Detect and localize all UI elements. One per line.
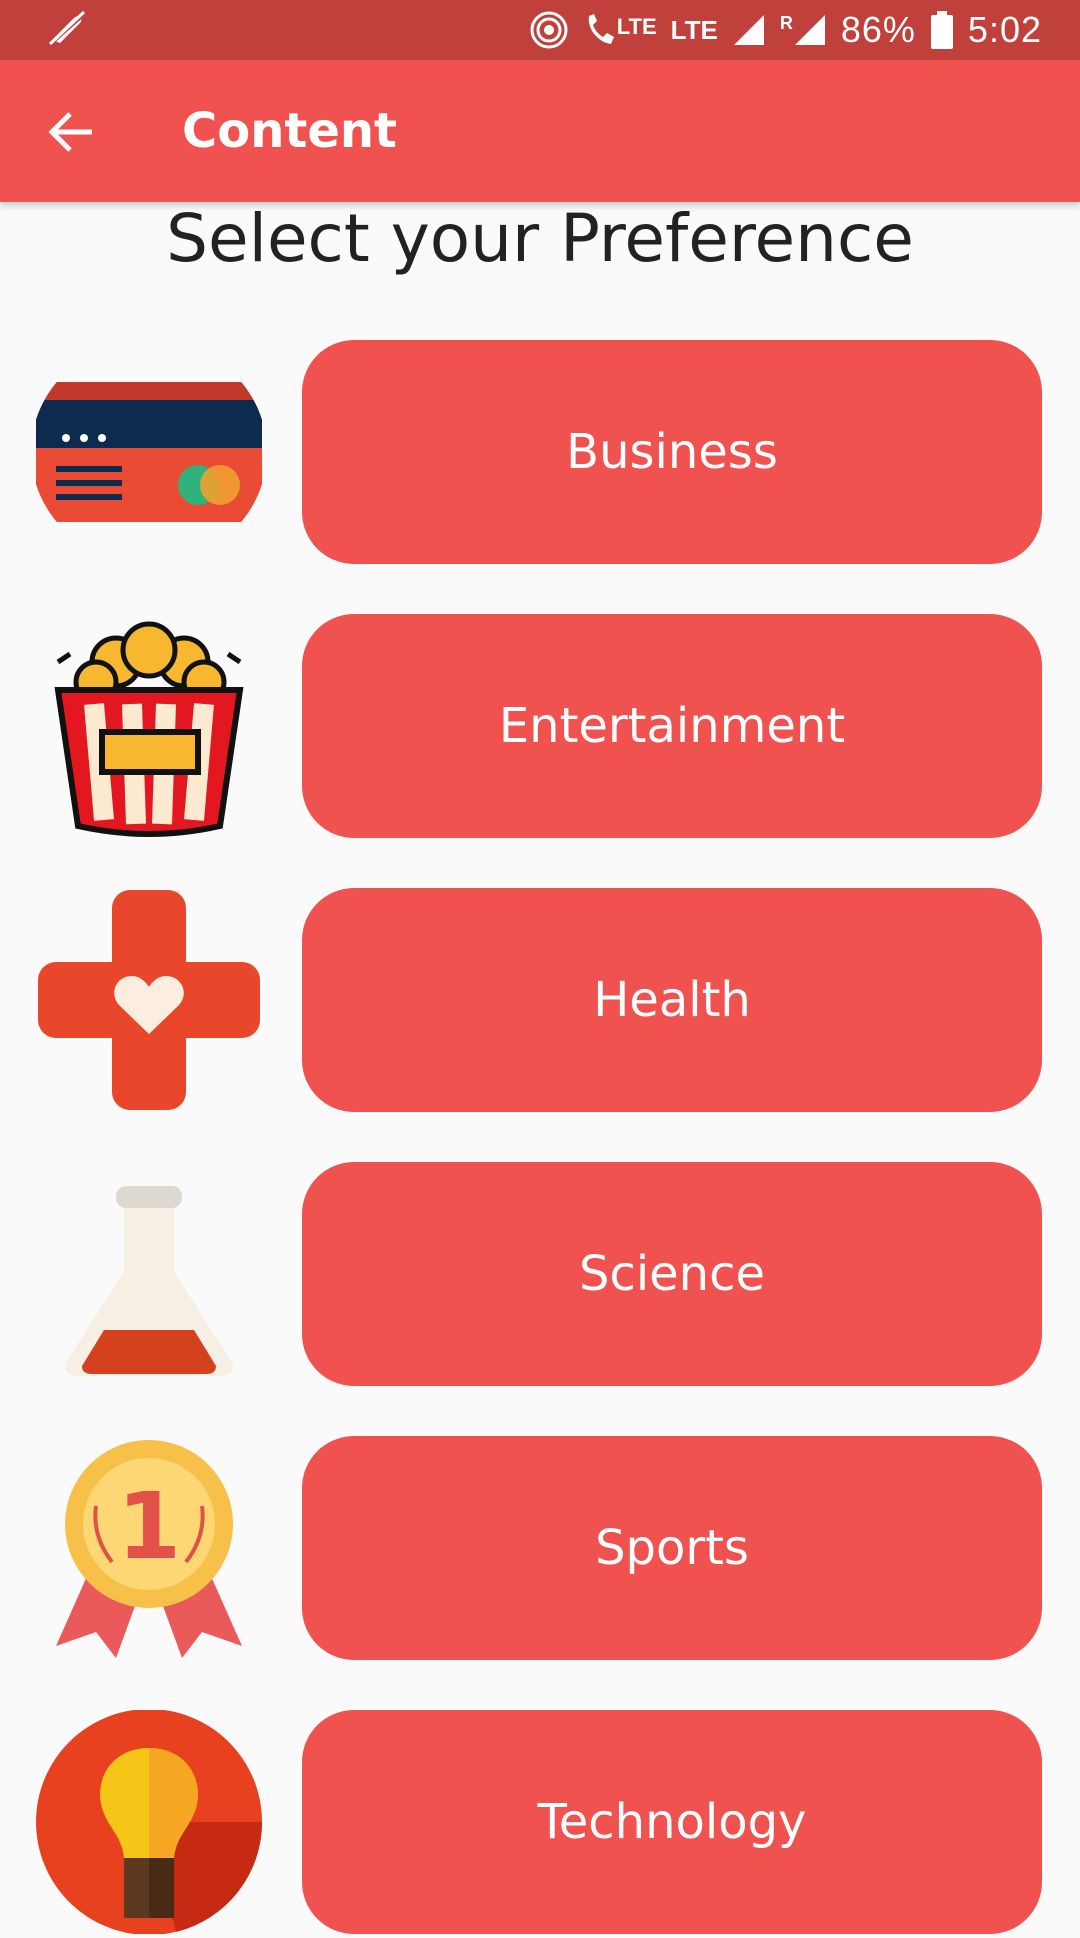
business-button[interactable]: Business: [302, 340, 1042, 564]
health-button[interactable]: Health: [302, 888, 1042, 1112]
preference-row-sports: 1 Sports: [0, 1436, 1080, 1660]
notification-muted-icon: [44, 10, 88, 50]
credit-card-icon: [36, 340, 262, 564]
app-bar: Content: [0, 60, 1080, 202]
volte-call-icon: LTE: [583, 10, 657, 50]
signal-icon: [732, 13, 766, 47]
clock: 5:02: [967, 9, 1042, 50]
back-button[interactable]: [44, 104, 100, 160]
preference-row-health: Health: [0, 888, 1080, 1112]
svg-text:1: 1: [117, 1473, 181, 1580]
lightbulb-icon: [36, 1709, 263, 1935]
entertainment-button[interactable]: Entertainment: [302, 614, 1042, 838]
battery-icon: [930, 10, 954, 50]
sports-button[interactable]: Sports: [302, 1436, 1042, 1660]
status-bar: LTE LTE R 86% 5:02: [0, 0, 1080, 60]
preference-row-technology: Technology: [0, 1709, 1080, 1935]
technology-button[interactable]: Technology: [302, 1710, 1042, 1934]
signal-roaming-icon: [793, 13, 827, 47]
preference-heading: Select your Preference: [166, 200, 914, 277]
battery-percent: 86%: [840, 9, 916, 50]
roaming-signal: R: [780, 13, 827, 47]
medal-icon: 1: [36, 1436, 262, 1660]
medical-cross-heart-icon: [36, 888, 262, 1112]
hotspot-icon: [529, 10, 569, 50]
science-button[interactable]: Science: [302, 1162, 1042, 1386]
lte-label: LTE: [670, 14, 718, 45]
preference-row-entertainment: Entertainment: [0, 614, 1080, 838]
preference-row-business: Business: [0, 340, 1080, 564]
roaming-label: R: [779, 13, 793, 33]
arrow-back-icon: [48, 112, 92, 152]
flask-icon: [36, 1162, 262, 1386]
page-title: Content: [182, 103, 397, 159]
lte-small-label: LTE: [616, 14, 657, 39]
popcorn-icon: [36, 614, 262, 838]
preference-row-science: Science: [0, 1162, 1080, 1386]
